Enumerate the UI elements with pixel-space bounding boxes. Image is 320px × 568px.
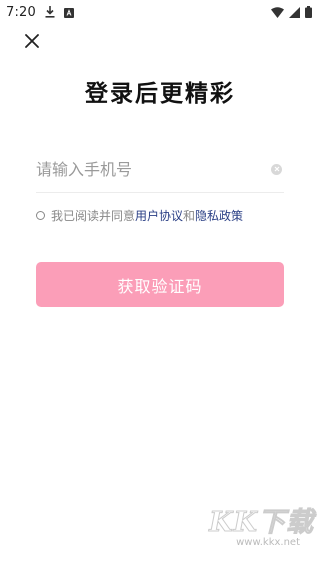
agreement-connector: 和: [183, 209, 196, 223]
agreement-row: 我已阅读并同意 用户协议 和 隐私政策: [36, 207, 243, 224]
status-left: 7:20: [6, 3, 74, 22]
notification-icon: [64, 3, 74, 22]
status-right: [271, 3, 312, 22]
wifi-icon: [271, 3, 284, 22]
agreement-prefix: 我已阅读并同意: [51, 209, 136, 223]
watermark-logo-text: KK下载: [209, 507, 314, 539]
close-icon: [25, 33, 39, 52]
clear-icon[interactable]: [271, 163, 282, 175]
status-bar: 7:20: [0, 0, 320, 24]
watermark-url: www.kkx.net: [236, 537, 300, 548]
battery-icon: [305, 3, 312, 22]
user-agreement-link[interactable]: 用户协议: [135, 207, 183, 224]
get-code-button[interactable]: 获取验证码: [36, 262, 284, 307]
phone-input[interactable]: [36, 159, 271, 179]
status-time: 7:20: [6, 4, 36, 20]
signal-icon: [289, 3, 300, 22]
close-button[interactable]: [20, 30, 44, 54]
privacy-policy-link[interactable]: 隐私政策: [195, 207, 243, 224]
watermark: KK下载 www.kkx.net: [209, 500, 314, 549]
agreement-radio[interactable]: [36, 211, 45, 220]
download-icon: [45, 3, 55, 22]
page-title: 登录后更精彩: [85, 80, 235, 107]
phone-field: [36, 146, 284, 193]
